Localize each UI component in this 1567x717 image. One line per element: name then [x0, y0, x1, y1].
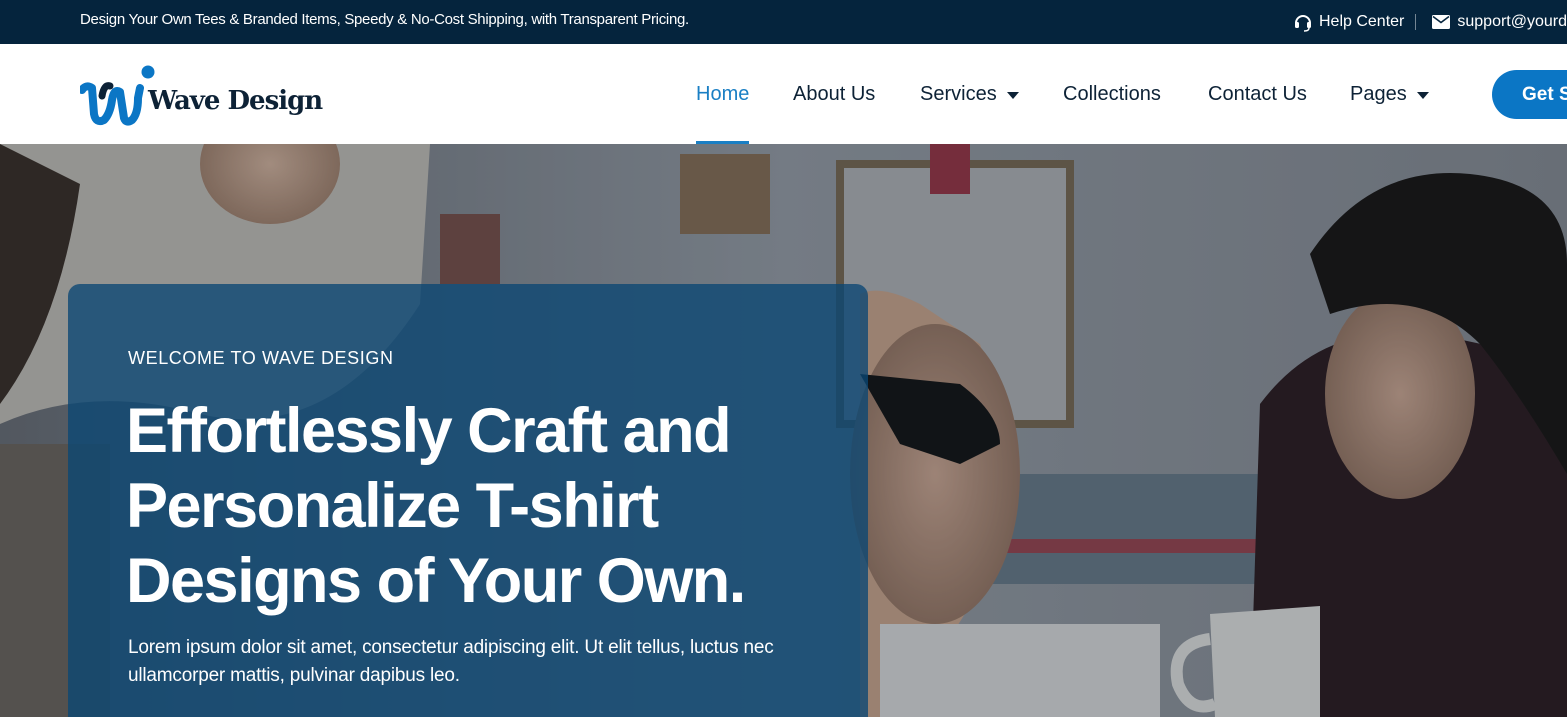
page: Design Your Own Tees & Branded Items, Sp… — [0, 0, 1567, 717]
nav-contact-us-label: Contact Us — [1208, 82, 1307, 105]
nav-about-us-label: About Us — [793, 82, 876, 105]
nav-collections-label: Collections — [1063, 82, 1161, 105]
help-center-label: Help Center — [1319, 13, 1405, 30]
envelope-icon — [1431, 12, 1451, 32]
nav-contact-us[interactable]: Contact Us — [1208, 44, 1307, 144]
nav-collections[interactable]: Collections — [1063, 44, 1161, 144]
top-bar: Design Your Own Tees & Branded Items, Sp… — [0, 0, 1567, 44]
caret-down-icon — [1006, 91, 1019, 99]
hero-card: WELCOME TO WAVE DESIGN Effortlessly Craf… — [68, 284, 868, 717]
nav-services[interactable]: Services — [920, 44, 1019, 144]
nav-pages-label: Pages — [1350, 82, 1407, 105]
support-email-link[interactable]: support@yourd — [1431, 12, 1567, 32]
get-started-button[interactable]: Get St — [1492, 70, 1567, 119]
headset-icon — [1293, 12, 1313, 32]
support-email-label: support@yourd — [1457, 13, 1567, 30]
logo-text: Wave Design — [148, 86, 323, 116]
nav-about-us[interactable]: About Us — [793, 44, 875, 144]
hero-eyebrow: WELCOME TO WAVE DESIGN — [128, 348, 394, 368]
nav-home[interactable]: Home — [696, 44, 750, 144]
caret-down-icon — [1416, 91, 1429, 99]
nav-pages[interactable]: Pages — [1350, 44, 1429, 144]
site-logo[interactable]: Wave Design — [80, 64, 323, 126]
hero-headline: Effortlessly Craft and Personalize T-shi… — [126, 396, 746, 616]
hero-section: WELCOME TO WAVE DESIGN Effortlessly Craf… — [0, 144, 1567, 717]
site-header: Wave Design Home About Us Services Colle… — [0, 44, 1567, 144]
top-bar-contacts: Help Center support@yourd — [1293, 0, 1567, 44]
help-center-link[interactable]: Help Center — [1293, 12, 1404, 32]
nav-home-label: Home — [696, 82, 750, 105]
hero-lead-text: Lorem ipsum dolor sit amet, consectetur … — [128, 637, 774, 686]
nav-services-label: Services — [920, 82, 997, 105]
top-bar-message: Design Your Own Tees & Branded Items, Sp… — [80, 11, 689, 28]
divider — [1415, 14, 1417, 30]
